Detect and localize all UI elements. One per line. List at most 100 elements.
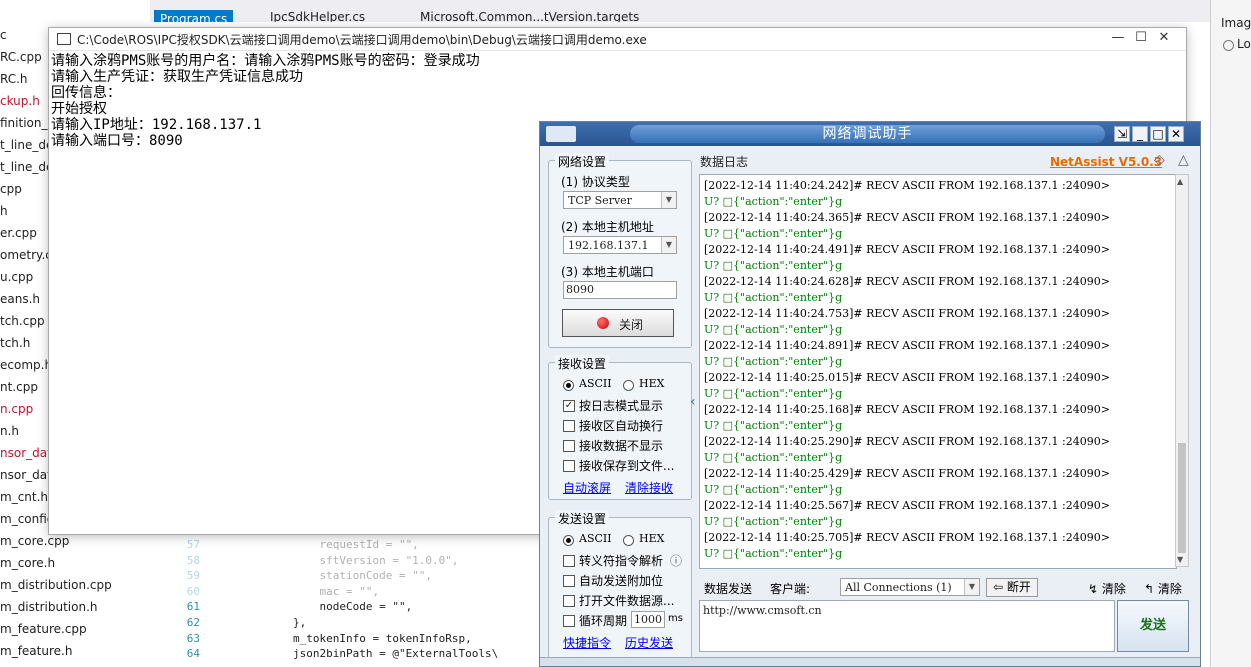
log-entry-data: U? □{"action":"enter"}g <box>704 547 843 560</box>
info-icon[interactable]: ⓘ <box>670 552 682 569</box>
file-list-item[interactable]: m_cnt.h <box>0 490 48 504</box>
clear-receive-link[interactable]: 清除接收 <box>625 479 673 496</box>
send-option-label: 转义符指令解析 <box>579 554 664 568</box>
chevron-down-icon[interactable]: ▼ <box>964 579 979 595</box>
code-line[interactable]: json2binPath = @"ExternalTools\ <box>240 647 498 660</box>
file-list-item[interactable]: RC.h <box>0 72 28 86</box>
quick-command-link[interactable]: 快捷指令 <box>563 634 611 651</box>
file-list-item[interactable]: m_feature.h <box>0 644 72 658</box>
port-input[interactable]: 8090 <box>563 281 677 299</box>
group-title: 接收设置 <box>555 355 610 372</box>
code-line[interactable]: nodeCode = "", <box>240 600 412 613</box>
file-list-item[interactable]: ckup.h <box>0 94 40 108</box>
file-list-item[interactable]: h <box>0 204 8 218</box>
group-title: 网络设置 <box>555 153 610 170</box>
log-scrollbar[interactable]: ▲ ▼ <box>1175 174 1189 567</box>
minimize-icon[interactable]: — <box>1107 30 1129 48</box>
recv-option-checkbox[interactable] <box>563 420 575 432</box>
code-line[interactable]: m_tokenInfo = tokenInfoRsp, <box>240 632 472 645</box>
auto-scroll-link[interactable]: 自动滚屏 <box>563 479 611 496</box>
client-select[interactable]: All Connections (1) ▼ <box>840 578 980 596</box>
recv-option-checkbox[interactable]: ✓ <box>563 400 575 412</box>
pin-icon[interactable]: ⇲ <box>1114 126 1130 142</box>
log-entry-header: [2022-12-14 11:40:25.705]# RECV ASCII FR… <box>704 531 1110 544</box>
send-option-checkbox[interactable] <box>563 595 575 607</box>
maximize-icon[interactable]: ☐ <box>1130 30 1152 48</box>
diamond-icon[interactable]: ◇ <box>1154 152 1165 168</box>
log-entry-header: [2022-12-14 11:40:24.891]# RECV ASCII FR… <box>704 339 1110 352</box>
file-list-item[interactable]: c <box>0 28 7 42</box>
file-list-item[interactable]: tch.h <box>0 336 30 350</box>
chevron-down-icon[interactable]: ▼ <box>661 192 676 208</box>
console-titlebar[interactable]: C:\Code\ROS\IPC授权SDK\云端接口调用demo\云端接口调用de… <box>49 28 1186 51</box>
log-entry-data: U? □{"action":"enter"}g <box>704 483 843 496</box>
send-option-checkbox[interactable] <box>563 615 575 627</box>
send-button[interactable]: 发送 <box>1117 600 1189 652</box>
close-connection-button[interactable]: 关闭 <box>562 309 674 337</box>
clear-label: 清除 <box>1157 582 1182 596</box>
brand-link[interactable]: NetAssist V5.0.3 <box>1050 155 1162 169</box>
system-menu-icon[interactable] <box>546 126 576 142</box>
log-entry-data: U? □{"action":"enter"}g <box>704 195 843 208</box>
tab-data-log[interactable]: 数据日志 <box>700 153 748 170</box>
code-line[interactable]: }, <box>240 616 306 629</box>
send-hex-label: HEX <box>639 532 665 545</box>
recv-option-checkbox[interactable] <box>563 460 575 472</box>
recv-option-label: 按日志模式显示 <box>579 399 664 413</box>
close-icon[interactable]: ✕ <box>1168 126 1184 142</box>
file-list-item[interactable]: u.cpp <box>0 270 33 284</box>
recv-hex-radio[interactable] <box>623 380 634 391</box>
collapse-panel-icon[interactable]: ‹ <box>690 394 696 410</box>
clear-history-button[interactable]: ↰ 清除 <box>1144 580 1182 597</box>
netassist-window[interactable]: 网络调试助手 ⇲ _ □ ✕ 网络设置 (1) 协议类型 TCP Server … <box>539 121 1201 667</box>
bell-icon[interactable]: △ <box>1178 152 1189 168</box>
code-line[interactable]: requestId = "", <box>240 538 418 551</box>
send-option-checkbox[interactable] <box>563 575 575 587</box>
scroll-thumb[interactable] <box>1178 443 1186 553</box>
send-settings-group: 发送设置 ASCII HEX 转义符指令解析 ⓘ 自动发送附加位 打开文件数据源… <box>548 510 692 659</box>
netassist-titlebar[interactable]: 网络调试助手 ⇲ _ □ ✕ <box>540 122 1200 146</box>
file-list-item[interactable]: m_core.h <box>0 556 55 570</box>
protocol-select[interactable]: TCP Server ▼ <box>563 191 677 209</box>
radio-icon[interactable] <box>1223 40 1234 51</box>
code-line[interactable]: sftVersion = "1.0.0", <box>240 554 458 567</box>
recv-ascii-radio[interactable] <box>563 380 574 391</box>
host-select[interactable]: 192.168.137.1 ▼ <box>563 236 677 254</box>
disconnect-button[interactable]: ⇦ 断开 <box>986 578 1038 597</box>
close-icon[interactable]: ✕ <box>1153 30 1175 48</box>
file-list-item[interactable]: eans.h <box>0 292 40 306</box>
file-list-item[interactable]: cpp <box>0 182 22 196</box>
file-list-item[interactable]: finition_s <box>0 116 54 130</box>
file-list-item[interactable]: m_distribution.cpp <box>0 578 112 592</box>
file-list-item[interactable]: n.h <box>0 424 19 438</box>
file-list-item[interactable]: tch.cpp <box>0 314 45 328</box>
send-hex-radio[interactable] <box>623 535 634 546</box>
send-option-label: 打开文件数据源... <box>579 594 675 608</box>
scroll-up-icon[interactable]: ▲ <box>1177 177 1183 186</box>
code-line[interactable]: mac = "", <box>240 585 379 598</box>
maximize-icon[interactable]: □ <box>1150 126 1166 142</box>
file-list-item[interactable]: er.cpp <box>0 226 37 240</box>
line-number: 60 <box>186 584 200 598</box>
minimize-icon[interactable]: _ <box>1132 126 1148 142</box>
send-ascii-radio[interactable] <box>563 535 574 546</box>
file-list-item[interactable]: m_distribution.h <box>0 600 98 614</box>
file-list-item[interactable]: m_core.cpp <box>0 534 69 548</box>
file-list-item[interactable]: m_feature.cpp <box>0 622 87 636</box>
receive-log-area[interactable]: [2022-12-14 11:40:24.242]# RECV ASCII FR… <box>699 174 1177 569</box>
file-list-item[interactable]: nt.cpp <box>0 380 38 394</box>
scroll-down-icon[interactable]: ▼ <box>1177 555 1183 564</box>
log-entry-data: U? □{"action":"enter"}g <box>704 515 843 528</box>
clear-send-button[interactable]: ↯ 清除 <box>1088 580 1126 597</box>
editor-tab-strip: Program.cs IpcSdkHelper.cs Microsoft.Com… <box>150 0 1210 28</box>
send-history-link[interactable]: 历史发送 <box>625 634 673 651</box>
code-line[interactable]: stationCode = "", <box>240 569 432 582</box>
file-list-item[interactable]: RC.cpp <box>0 50 42 64</box>
send-option-checkbox[interactable] <box>563 555 575 567</box>
recv-option-checkbox[interactable] <box>563 440 575 452</box>
send-text-area[interactable]: http://www.cmsoft.cn <box>699 600 1115 652</box>
tab-data-send[interactable]: 数据发送 <box>704 580 752 597</box>
cycle-period-input[interactable]: 1000 <box>631 611 665 628</box>
file-list-item[interactable]: n.cpp <box>0 402 33 416</box>
chevron-down-icon[interactable]: ▼ <box>661 237 676 253</box>
